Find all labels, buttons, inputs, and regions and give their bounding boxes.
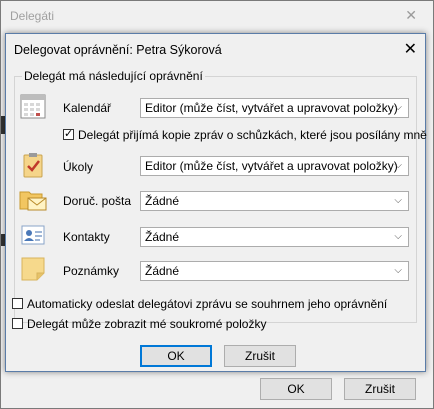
tasks-label: Úkoly [63, 160, 94, 174]
tasks-icon [23, 153, 43, 178]
chevron-down-icon: ⌵ [394, 231, 402, 242]
calendar-label: Kalendář [63, 101, 112, 115]
ok-button[interactable]: OK [140, 345, 212, 367]
cancel-button[interactable]: Zrušit [224, 345, 296, 367]
delegates-dialog-title: Delegáti [10, 9, 55, 23]
private-items-label: Delegát může zobrazit mé soukromé položk… [27, 317, 267, 331]
chevron-down-icon: ⌵ [394, 195, 402, 206]
dialog-title: Delegovat oprávnění: Petra Sýkorová [14, 43, 222, 57]
permissions-group-label: Delegát má následující oprávnění [22, 69, 205, 83]
notes-icon [21, 257, 45, 281]
chevron-down-icon: ⌵ [394, 160, 402, 171]
private-items-checkbox[interactable] [12, 318, 23, 329]
meeting-copies-label: Delegát přijímá kopie zpráv o schůzkách,… [78, 128, 427, 142]
contacts-icon [21, 225, 45, 245]
chevron-down-icon: ⌵ [394, 265, 402, 276]
tasks-permission-select[interactable]: Editor (může číst, vytvářet a upravovat … [140, 156, 409, 176]
send-summary-checkbox[interactable] [12, 298, 23, 309]
contacts-permission-value: Žádné [145, 230, 180, 244]
inbox-permission-value: Žádné [145, 194, 180, 208]
inbox-permission-select[interactable]: Žádné ⌵ [140, 191, 409, 211]
close-icon[interactable]: ✕ [404, 39, 417, 59]
outer-cancel-button[interactable]: Zrušit [344, 378, 416, 400]
contacts-label: Kontakty [63, 230, 110, 244]
outer-ok-button[interactable]: OK [260, 378, 332, 400]
inbox-folder-icon [19, 191, 47, 211]
delegate-permissions-dialog: Delegovat oprávnění: Petra Sýkorová ✕ De… [5, 33, 427, 372]
tasks-permission-value: Editor (může číst, vytvářet a upravovat … [145, 159, 398, 173]
calendar-permission-select[interactable]: Editor (může číst, vytvářet a upravovat … [140, 98, 409, 118]
chevron-down-icon: ⌵ [394, 102, 402, 113]
calendar-permission-value: Editor (může číst, vytvářet a upravovat … [145, 101, 398, 115]
notes-permission-value: Žádné [145, 264, 180, 278]
contacts-permission-select[interactable]: Žádné ⌵ [140, 227, 409, 247]
notes-label: Poznámky [63, 264, 120, 278]
checkmark-icon: ✓ [64, 128, 74, 140]
close-icon[interactable]: ✕ [405, 7, 417, 24]
calendar-icon [20, 94, 46, 119]
notes-permission-select[interactable]: Žádné ⌵ [140, 261, 409, 281]
meeting-copies-checkbox[interactable]: ✓ [63, 128, 74, 140]
inbox-label: Doruč. pošta [63, 194, 132, 208]
send-summary-label: Automaticky odeslat delegátovi zprávu se… [27, 297, 388, 311]
